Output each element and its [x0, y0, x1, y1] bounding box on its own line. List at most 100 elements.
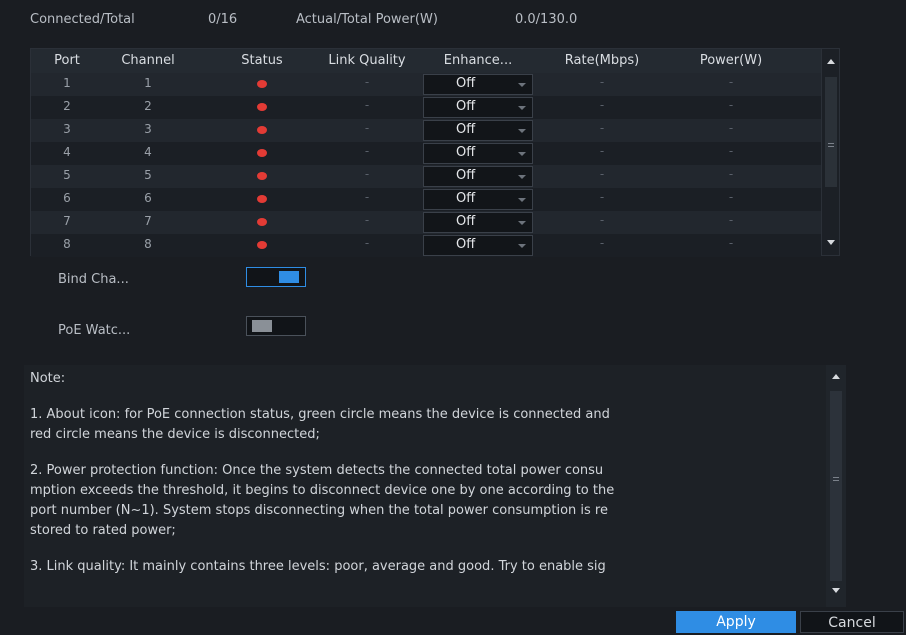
poe-port-table: Port Channel Status Link Quality Enhance…	[30, 48, 840, 257]
port-cell: 8	[63, 237, 71, 251]
link-quality-cell: -	[364, 98, 370, 112]
chevron-down-icon	[518, 129, 526, 133]
link-quality-cell: -	[364, 236, 370, 250]
channel-cell: 1	[144, 76, 152, 90]
enhance-select[interactable]: Off	[423, 120, 533, 141]
table-row[interactable]: 1 1 - Off - -	[31, 73, 821, 96]
enhance-select[interactable]: Off	[423, 189, 533, 210]
grip-line	[828, 146, 834, 147]
poe-summary-bar: Connected/Total 0/16 Actual/Total Power(…	[0, 0, 906, 40]
port-cell: 5	[63, 168, 71, 182]
power-cell: -	[728, 190, 734, 204]
scroll-down-icon[interactable]	[827, 240, 835, 245]
port-cell: 6	[63, 191, 71, 205]
scroll-down-icon[interactable]	[832, 588, 840, 593]
scroll-up-icon[interactable]	[832, 374, 840, 379]
footer-bar: Apply Cancel	[0, 608, 906, 635]
table-row[interactable]: 5 5 - Off - -	[31, 165, 821, 188]
enhance-select[interactable]: Off	[423, 97, 533, 118]
power-total-value: 0.0/130.0	[515, 12, 578, 27]
col-header-link-quality: Link Quality	[328, 53, 406, 68]
grip-line	[828, 143, 834, 144]
table-row[interactable]: 7 7 - Off - -	[31, 211, 821, 234]
rate-cell: -	[599, 236, 605, 250]
link-quality-cell: -	[364, 75, 370, 89]
cancel-button[interactable]: Cancel	[800, 611, 904, 633]
rate-cell: -	[599, 167, 605, 181]
enhance-select-value: Off	[456, 191, 476, 206]
poe-watchdog-toggle[interactable]	[246, 316, 306, 336]
rate-cell: -	[599, 144, 605, 158]
note-item-2-line: stored to rated power;	[30, 523, 176, 538]
col-header-power: Power(W)	[699, 53, 763, 68]
enhance-select-value: Off	[456, 99, 476, 114]
note-panel: Note: 1. About icon: for PoE connection …	[24, 365, 846, 607]
power-cell: -	[728, 98, 734, 112]
scroll-thumb[interactable]	[830, 391, 842, 581]
enhance-select[interactable]: Off	[423, 143, 533, 164]
port-cell: 7	[63, 214, 71, 228]
note-text: Note: 1. About icon: for PoE connection …	[30, 365, 822, 577]
note-item-2-line: mption exceeds the threshold, it begins …	[30, 483, 615, 498]
col-header-port: Port	[54, 53, 80, 68]
enhance-select[interactable]: Off	[423, 166, 533, 187]
chevron-down-icon	[518, 198, 526, 202]
channel-cell: 2	[144, 99, 152, 113]
rate-cell: -	[599, 121, 605, 135]
link-quality-cell: -	[364, 213, 370, 227]
col-header-status: Status	[241, 53, 283, 68]
table-scrollbar[interactable]	[821, 49, 839, 255]
chevron-down-icon	[518, 244, 526, 248]
rate-cell: -	[599, 75, 605, 89]
table-row[interactable]: 4 4 - Off - -	[31, 142, 821, 165]
channel-cell: 5	[144, 168, 152, 182]
table-row[interactable]: 2 2 - Off - -	[31, 96, 821, 119]
scroll-thumb[interactable]	[825, 77, 837, 187]
power-cell: -	[728, 75, 734, 89]
port-cell: 2	[63, 99, 71, 113]
rate-cell: -	[599, 98, 605, 112]
note-title: Note:	[30, 371, 66, 386]
apply-button[interactable]: Apply	[676, 611, 796, 633]
status-dot-icon	[257, 80, 267, 88]
link-quality-cell: -	[364, 121, 370, 135]
enhance-select[interactable]: Off	[423, 212, 533, 233]
note-scrollbar[interactable]	[826, 365, 846, 607]
channel-cell: 8	[144, 237, 152, 251]
enhance-select[interactable]: Off	[423, 74, 533, 95]
connected-total-value: 0/16	[208, 12, 238, 27]
bind-channel-toggle[interactable]	[246, 267, 306, 287]
note-item-1-line: red circle means the device is disconnec…	[30, 427, 320, 442]
port-cell: 1	[63, 76, 71, 90]
power-cell: -	[728, 167, 734, 181]
status-dot-icon	[257, 103, 267, 111]
col-header-enhance: Enhance...	[443, 53, 513, 68]
link-quality-cell: -	[364, 190, 370, 204]
bind-channel-label: Bind Cha...	[58, 272, 129, 287]
status-dot-icon	[257, 172, 267, 180]
connected-total-label: Connected/Total	[30, 12, 135, 27]
status-dot-icon	[257, 195, 267, 203]
rate-cell: -	[599, 190, 605, 204]
table-row[interactable]: 6 6 - Off - -	[31, 188, 821, 211]
status-dot-icon	[257, 149, 267, 157]
enhance-select-value: Off	[456, 237, 476, 252]
enhance-select-value: Off	[456, 168, 476, 183]
rate-cell: -	[599, 213, 605, 227]
chevron-down-icon	[518, 106, 526, 110]
grip-line	[833, 480, 839, 481]
power-cell: -	[728, 236, 734, 250]
chevron-down-icon	[518, 221, 526, 225]
port-cell: 4	[63, 145, 71, 159]
note-item-1-line: 1. About icon: for PoE connection status…	[30, 407, 610, 422]
note-item-3-line: 3. Link quality: It mainly contains thre…	[30, 559, 606, 574]
enhance-select[interactable]: Off	[423, 235, 533, 256]
scroll-up-icon[interactable]	[827, 59, 835, 64]
chevron-down-icon	[518, 83, 526, 87]
table-header: Port Channel Status Link Quality Enhance…	[31, 49, 821, 73]
table-row[interactable]: 3 3 - Off - -	[31, 119, 821, 142]
table-row[interactable]: 8 8 - Off - -	[31, 234, 821, 257]
channel-cell: 6	[144, 191, 152, 205]
chevron-down-icon	[518, 175, 526, 179]
col-header-rate: Rate(Mbps)	[564, 53, 640, 68]
